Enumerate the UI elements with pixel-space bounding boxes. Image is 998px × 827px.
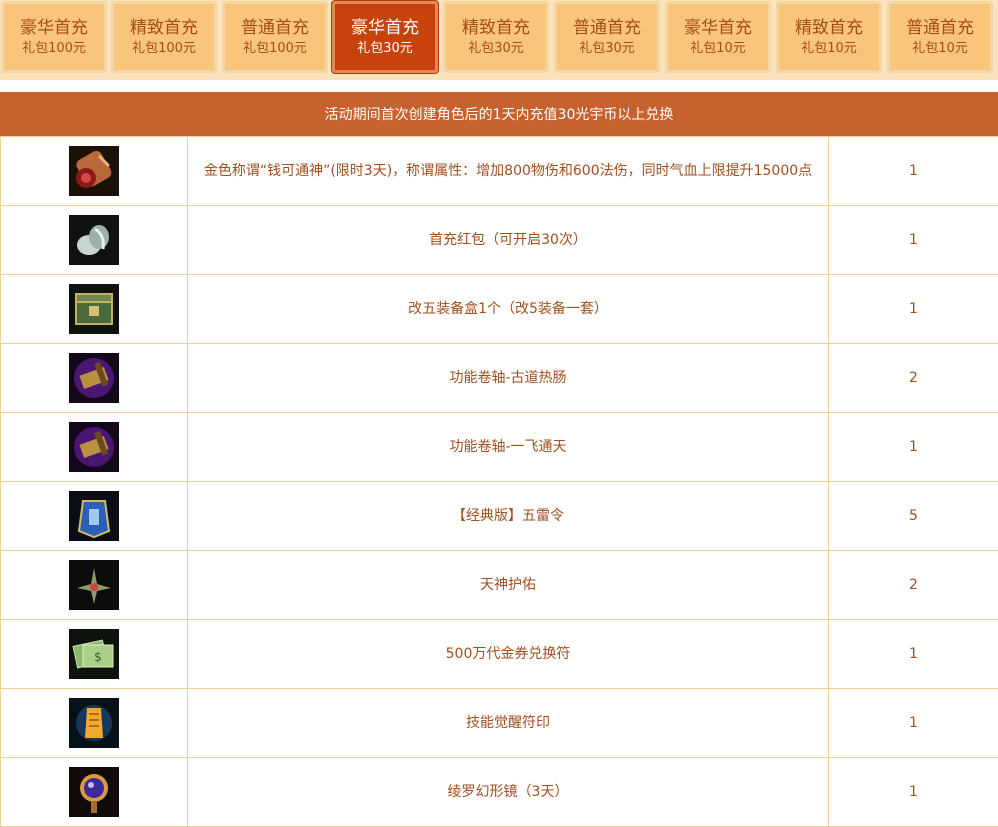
item-quantity: 1: [829, 413, 998, 482]
item-name: 金色称谓“钱可通神”(限时3天)，称谓属性：增加800物伤和600法伤，同时气血…: [188, 137, 829, 206]
table-row: $ 500万代金券兑换符 1: [1, 620, 998, 689]
tab-title: 豪华首充: [684, 17, 752, 39]
table-row: 【经典版】五雷令 5: [1, 482, 998, 551]
tab-3-active[interactable]: 豪华首充礼包30元: [332, 1, 438, 73]
table-row: 功能卷轴-一飞通天 1: [1, 413, 998, 482]
tab-title: 普通首充: [241, 17, 309, 39]
tab-title: 精致首充: [130, 17, 198, 39]
scroll-title-icon: [69, 146, 119, 196]
tab-subtitle: 礼包10元: [801, 40, 857, 58]
tab-5[interactable]: 普通首充礼包30元: [554, 1, 660, 73]
item-quantity: 1: [829, 206, 998, 275]
tab-7[interactable]: 精致首充礼包10元: [776, 1, 882, 73]
magic-mirror-icon: [69, 767, 119, 817]
item-quantity: 1: [829, 758, 998, 827]
item-name: 首充红包（可开启30次）: [188, 206, 829, 275]
item-quantity: 1: [829, 275, 998, 344]
tab-2[interactable]: 普通首充礼包100元: [222, 1, 328, 73]
tab-subtitle: 礼包100元: [243, 40, 307, 58]
thunder-token-icon: [69, 491, 119, 541]
item-quantity: 5: [829, 482, 998, 551]
tab-subtitle: 礼包100元: [132, 40, 196, 58]
red-envelope-icon: [69, 215, 119, 265]
tab-title: 豪华首充: [351, 17, 419, 39]
table-row: 改五装备盒1个（改5装备一套） 1: [1, 275, 998, 344]
table-row: 天神护佑 2: [1, 551, 998, 620]
table-row: 金色称谓“钱可通神”(限时3天)，称谓属性：增加800物伤和600法伤，同时气血…: [1, 137, 998, 206]
table-row: 首充红包（可开启30次） 1: [1, 206, 998, 275]
tab-subtitle: 礼包100元: [22, 40, 86, 58]
svg-text:$: $: [94, 650, 102, 664]
table-row: 技能觉醒符印 1: [1, 689, 998, 758]
item-quantity: 1: [829, 620, 998, 689]
item-name: 改五装备盒1个（改5装备一套）: [188, 275, 829, 344]
tab-0[interactable]: 豪华首充礼包100元: [1, 1, 107, 73]
gift-tabs-bar: 豪华首充礼包100元 精致首充礼包100元 普通首充礼包100元 豪华首充礼包3…: [0, 0, 998, 80]
item-quantity: 1: [829, 689, 998, 758]
table-row: 功能卷轴-古道热肠 2: [1, 344, 998, 413]
tab-subtitle: 礼包30元: [468, 40, 524, 58]
tab-title: 普通首充: [906, 17, 974, 39]
skill-seal-icon: [69, 698, 119, 748]
item-name: 500万代金券兑换符: [188, 620, 829, 689]
cash-voucher-icon: $: [69, 629, 119, 679]
divine-blessing-icon: [69, 560, 119, 610]
item-name: 技能觉醒符印: [188, 689, 829, 758]
reward-table: 金色称谓“钱可通神”(限时3天)，称谓属性：增加800物伤和600法伤，同时气血…: [0, 136, 998, 827]
tab-title: 普通首充: [573, 17, 641, 39]
tab-subtitle: 礼包10元: [690, 40, 746, 58]
function-scroll-icon: [69, 422, 119, 472]
tab-subtitle: 礼包30元: [357, 40, 413, 58]
tab-4[interactable]: 精致首充礼包30元: [443, 1, 549, 73]
tab-title: 精致首充: [795, 17, 863, 39]
item-name: 功能卷轴-古道热肠: [188, 344, 829, 413]
item-quantity: 2: [829, 551, 998, 620]
item-name: 功能卷轴-一飞通天: [188, 413, 829, 482]
tab-1[interactable]: 精致首充礼包100元: [111, 1, 217, 73]
item-quantity: 2: [829, 344, 998, 413]
tab-title: 精致首充: [462, 17, 530, 39]
table-row: 绫罗幻形镜（3天） 1: [1, 758, 998, 827]
activity-notice: 活动期间首次创建角色后的1天内充值30光宇币以上兑换: [0, 92, 998, 136]
item-name: 天神护佑: [188, 551, 829, 620]
tab-title: 豪华首充: [20, 17, 88, 39]
tab-subtitle: 礼包10元: [912, 40, 968, 58]
item-name: 【经典版】五雷令: [188, 482, 829, 551]
function-scroll-icon: [69, 353, 119, 403]
tab-subtitle: 礼包30元: [579, 40, 635, 58]
tab-8[interactable]: 普通首充礼包10元: [887, 1, 993, 73]
item-name: 绫罗幻形镜（3天）: [188, 758, 829, 827]
item-quantity: 1: [829, 137, 998, 206]
tab-6[interactable]: 豪华首充礼包10元: [665, 1, 771, 73]
equipment-box-icon: [69, 284, 119, 334]
